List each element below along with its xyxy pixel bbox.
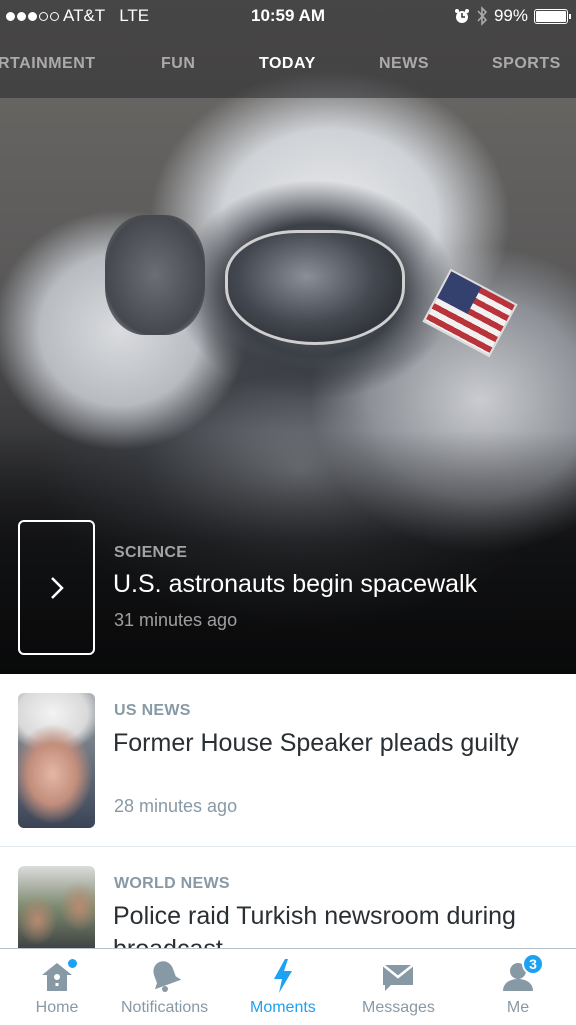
alarm-clock-icon [454,9,469,23]
lightning-icon [273,959,292,993]
tab-me[interactable]: 3 Me [488,949,548,1025]
story-category: WORLD NEWS [114,875,230,892]
astronaut-visor [225,230,405,345]
bluetooth-icon [477,6,488,26]
tab-home[interactable]: Home [27,949,87,1025]
story-thumbnail [18,693,95,828]
tab-label: Messages [362,999,435,1016]
story-category: SCIENCE [114,544,188,561]
tab-sports[interactable]: SPORTS [492,55,561,73]
bell-icon [153,961,181,992]
envelope-icon [382,964,415,991]
astronaut-glove [105,215,205,335]
tab-messages[interactable]: Messages [362,949,435,1025]
chevron-right-icon [50,576,64,599]
tab-label: Moments [250,999,316,1016]
category-tabs: RTAINMENT FUN TODAY NEWS SPORTS [0,32,576,98]
unread-dot [68,959,77,968]
story-time: 28 minutes ago [114,796,238,816]
tab-fun[interactable]: FUN [161,55,195,73]
tab-moments[interactable]: Moments [250,949,316,1025]
status-bar: AT&T LTE 10:59 AM 99% [0,0,576,32]
tab-notifications[interactable]: Notifications [121,949,208,1025]
list-item[interactable]: US NEWS Former House Speaker pleads guil… [0,674,576,848]
story-title[interactable]: U.S. astronauts begin spacewalk [113,570,477,599]
tab-entertainment[interactable]: RTAINMENT [0,55,96,73]
tab-label: Notifications [121,999,209,1016]
story-time: 31 minutes ago [114,610,238,630]
us-flag-patch [422,268,518,358]
tab-label: Me [506,999,530,1016]
tab-label: Home [35,999,79,1016]
story-category: US NEWS [114,702,191,719]
battery-percent: 99% [493,6,528,25]
notification-badge: 3 [522,953,544,975]
tab-news[interactable]: NEWS [379,55,429,73]
battery-icon [534,8,571,24]
story-title: Former House Speaker pleads guilty [113,729,519,757]
tab-today[interactable]: TODAY [259,55,316,73]
tab-bar: Home Notifications Moments Messages 3 Me [0,948,576,1024]
open-story-button[interactable] [18,520,95,655]
